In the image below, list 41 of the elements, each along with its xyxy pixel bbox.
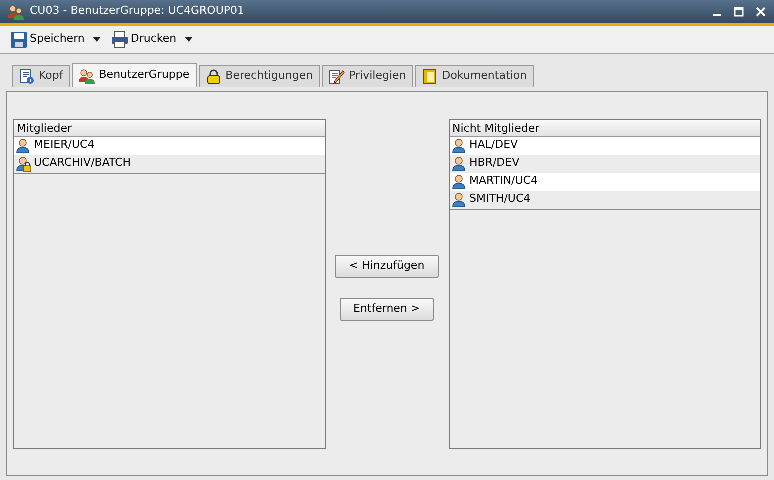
list-item[interactable]: SMITH/UC4 bbox=[450, 190, 760, 208]
padlock-icon bbox=[206, 68, 222, 84]
locked-user-icon bbox=[16, 156, 32, 172]
list-item[interactable]: HAL/DEV bbox=[450, 136, 760, 154]
user-icon bbox=[452, 156, 468, 172]
list-header: Nicht Mitglieder bbox=[450, 120, 760, 136]
tab[interactable]: Kopf bbox=[12, 65, 70, 87]
toolbar-button[interactable]: Speichern bbox=[8, 30, 103, 48]
user-name: SMITH/UC4 bbox=[470, 191, 531, 208]
tab[interactable]: Berechtigungen bbox=[198, 65, 320, 87]
user-name: HBR/DEV bbox=[470, 155, 520, 172]
user-icon bbox=[452, 174, 468, 190]
list-item[interactable]: MARTIN/UC4 bbox=[450, 172, 760, 190]
user-name: UCARCHIV/BATCH bbox=[34, 155, 132, 172]
users-icon bbox=[8, 4, 24, 20]
tab[interactable]: Privilegien bbox=[322, 65, 414, 87]
tab[interactable]: BenutzerGruppe bbox=[72, 63, 197, 87]
user-name: MARTIN/UC4 bbox=[470, 173, 538, 190]
list-item[interactable]: MEIER/UC4 bbox=[14, 136, 324, 154]
caret-icon bbox=[184, 37, 193, 42]
remove-button[interactable]: Entfernen > bbox=[340, 298, 434, 320]
document-pen-icon bbox=[329, 68, 346, 84]
window-title: CU03 - BenutzerGruppe: UC4GROUP01 bbox=[30, 3, 246, 20]
add-button[interactable]: < Hinzufügen bbox=[335, 254, 439, 278]
close-icon[interactable] bbox=[756, 6, 766, 16]
list-item[interactable]: UCARCHIV/BATCH bbox=[14, 154, 324, 172]
user-icon bbox=[452, 192, 468, 208]
document-info-icon bbox=[19, 68, 35, 84]
users-icon bbox=[79, 68, 96, 84]
user-name: MEIER/UC4 bbox=[34, 137, 95, 154]
book-icon bbox=[422, 68, 438, 84]
user-icon bbox=[16, 138, 32, 154]
tab[interactable]: Dokumentation bbox=[415, 65, 534, 87]
maximize-icon[interactable] bbox=[734, 6, 744, 16]
user-name: HAL/DEV bbox=[470, 137, 518, 154]
caret-icon bbox=[92, 37, 101, 42]
printer-icon bbox=[110, 30, 129, 48]
toolbar-button[interactable]: Drucken bbox=[108, 30, 195, 48]
user-icon bbox=[452, 138, 468, 154]
list-header: Mitglieder bbox=[14, 120, 324, 136]
list-item[interactable]: HBR/DEV bbox=[450, 154, 760, 172]
